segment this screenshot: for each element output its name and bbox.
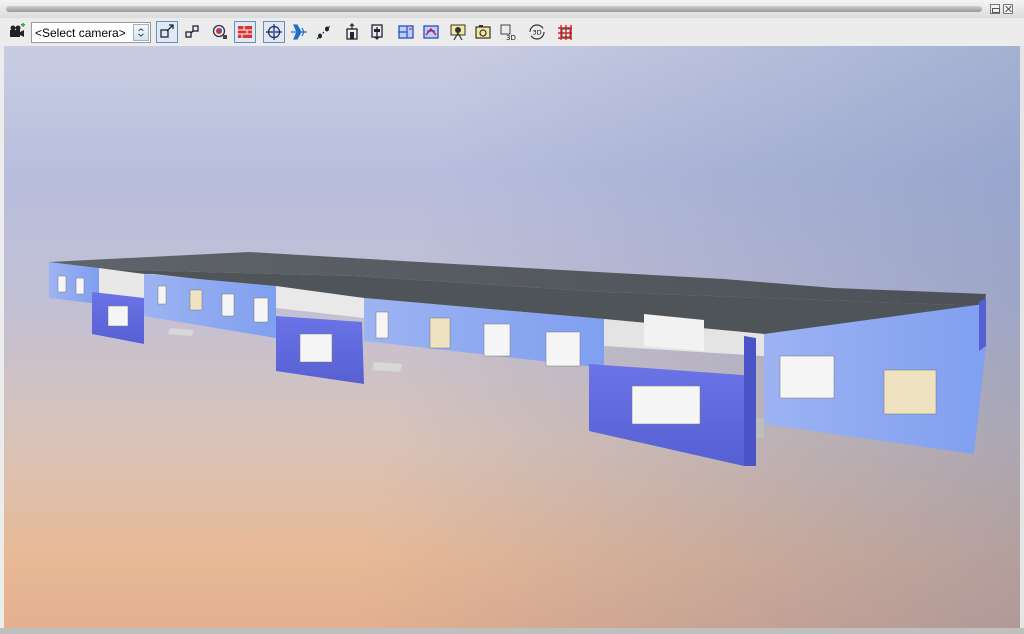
snapshot-icon[interactable] bbox=[472, 21, 494, 43]
layers-icon[interactable] bbox=[420, 21, 442, 43]
add-camera-icon[interactable] bbox=[6, 21, 28, 43]
rotate-3d-icon[interactable]: 3D bbox=[526, 21, 548, 43]
fly-mode-icon[interactable] bbox=[288, 21, 310, 43]
viewport-right-edge bbox=[1020, 46, 1024, 628]
grid-frame-icon[interactable] bbox=[554, 21, 576, 43]
zoom-window-icon[interactable] bbox=[181, 21, 203, 43]
restore-window-icon[interactable] bbox=[990, 4, 1000, 14]
orbit-icon[interactable] bbox=[263, 21, 285, 43]
walls-display-icon[interactable] bbox=[234, 21, 256, 43]
toolbar: <Select camera> 3D 3D bbox=[0, 18, 1024, 46]
render-mode-icon[interactable] bbox=[209, 21, 231, 43]
3d-viewport[interactable] bbox=[4, 46, 1020, 628]
zoom-extents-icon[interactable] bbox=[156, 21, 178, 43]
floor-plan-icon[interactable] bbox=[395, 21, 417, 43]
camera-dropdown-arrow-icon[interactable] bbox=[133, 24, 149, 41]
camera-select-value: <Select camera> bbox=[35, 26, 126, 40]
section-plane-icon[interactable] bbox=[341, 21, 363, 43]
rotate-3d-label: 3D bbox=[533, 29, 542, 37]
export-3d-icon[interactable]: 3D bbox=[497, 21, 519, 43]
window-title-bar bbox=[0, 0, 1024, 18]
title-bar-grip[interactable] bbox=[6, 6, 982, 12]
camera-select[interactable]: <Select camera> bbox=[31, 22, 151, 43]
building-3d-model bbox=[49, 252, 986, 466]
bottom-scrollbar[interactable] bbox=[0, 628, 1024, 634]
walk-path-icon[interactable] bbox=[313, 21, 335, 43]
elevation-view-icon[interactable] bbox=[366, 21, 388, 43]
export-3d-label: 3D bbox=[506, 34, 516, 41]
close-window-icon[interactable] bbox=[1003, 4, 1013, 14]
camera-view-icon[interactable] bbox=[447, 21, 469, 43]
